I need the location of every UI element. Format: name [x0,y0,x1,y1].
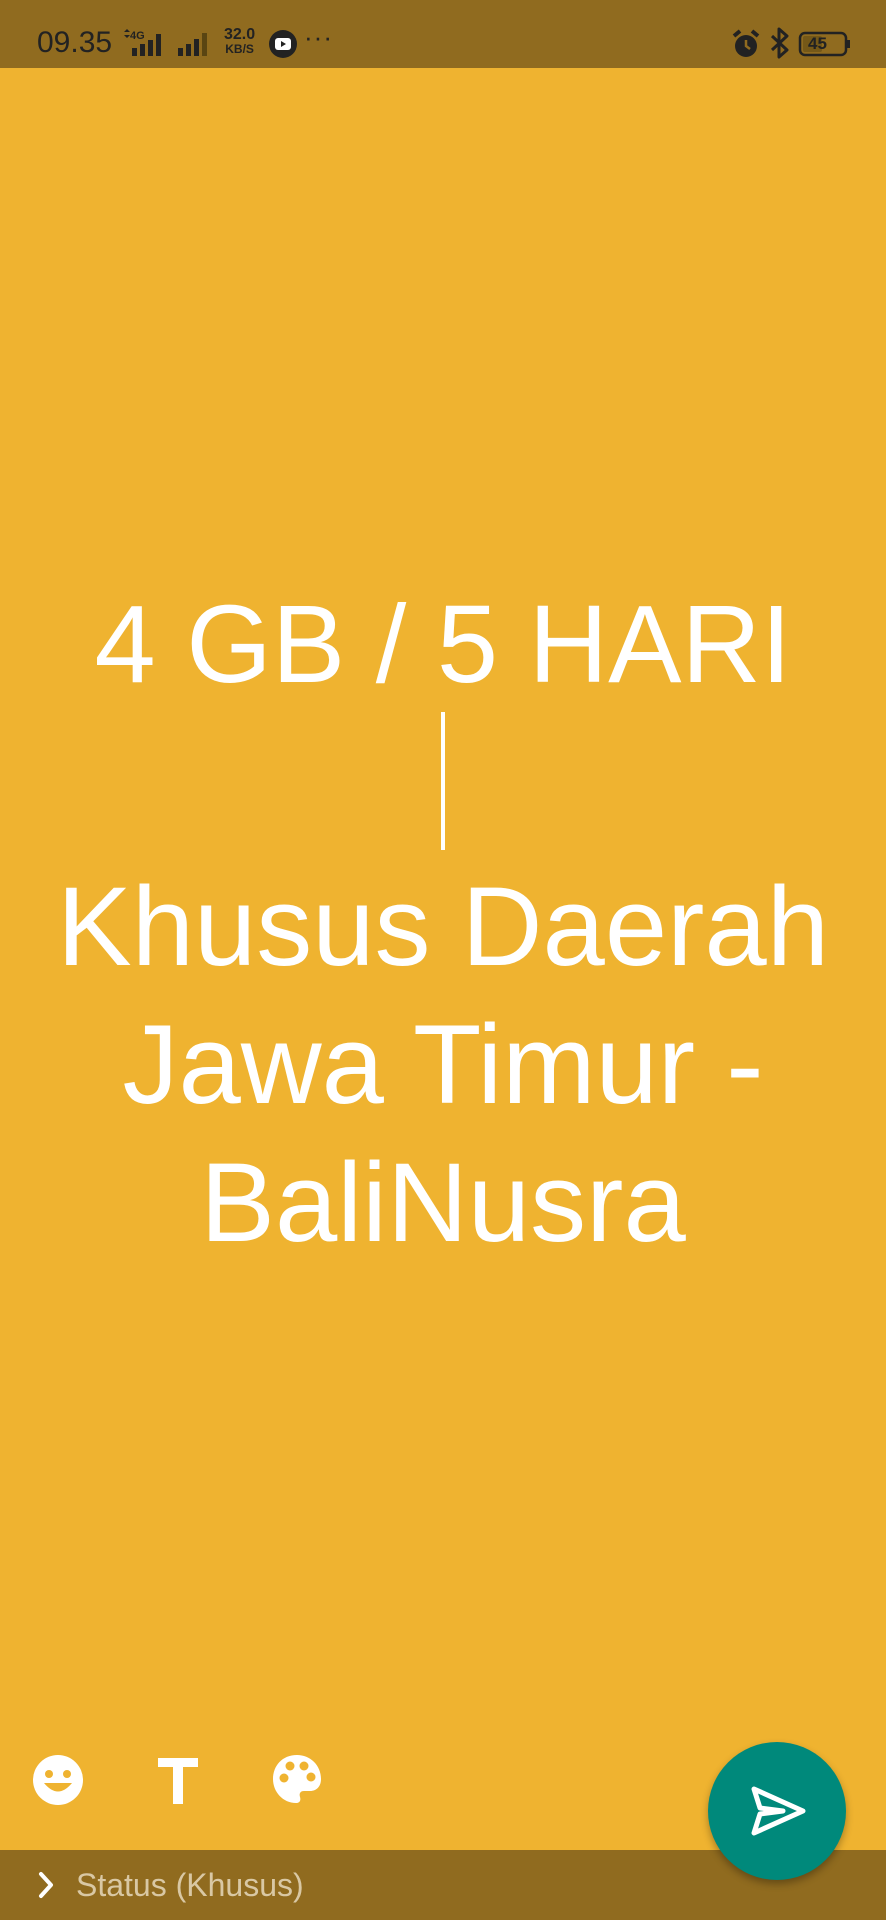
signal-4g-icon: 4G [122,28,172,63]
youtube-icon [268,29,298,64]
chevron-right-icon [36,1870,58,1905]
speed-unit: KB/S [225,42,254,56]
status-text-input[interactable]: 4 GB / 5 HARI Khusus Daerah Jawa Timur -… [0,580,886,1272]
signal-icon [178,30,214,63]
emoji-icon [33,1755,83,1805]
network-speed: 32.0 KB/S [224,26,256,57]
alarm-icon [730,28,762,65]
text-cursor [441,712,445,850]
text-style-button[interactable] [152,1754,204,1808]
background-color-button[interactable] [270,1752,324,1806]
status-text-line-3: Jawa Timur - [122,1002,764,1127]
palette-icon [273,1755,321,1803]
status-text-line-1: 4 GB / 5 HARI [94,583,792,706]
net-type-label: 4G [130,30,145,42]
system-status-bar: 09.35 4G 32.0 KB/S ··· 45 [0,0,886,68]
status-text-line-4: BaliNusra [200,1140,686,1265]
battery-level: 45 [808,34,827,53]
send-icon [751,1786,806,1836]
text-style-icon [158,1758,198,1804]
more-notifications-icon: ··· [304,22,333,52]
clock: 09.35 [37,26,113,59]
battery-icon: 45 [798,30,852,63]
audience-label: Status (Khusus) [76,1867,304,1903]
status-editor-screen: 09.35 4G 32.0 KB/S ··· 45 4 GB / 5 HARI … [0,0,886,1920]
bluetooth-icon [768,26,792,65]
send-button[interactable] [708,1742,846,1880]
speed-value: 32.0 [224,26,256,43]
status-text-line-2: Khusus Daerah [56,864,830,989]
emoji-button[interactable] [30,1752,86,1808]
